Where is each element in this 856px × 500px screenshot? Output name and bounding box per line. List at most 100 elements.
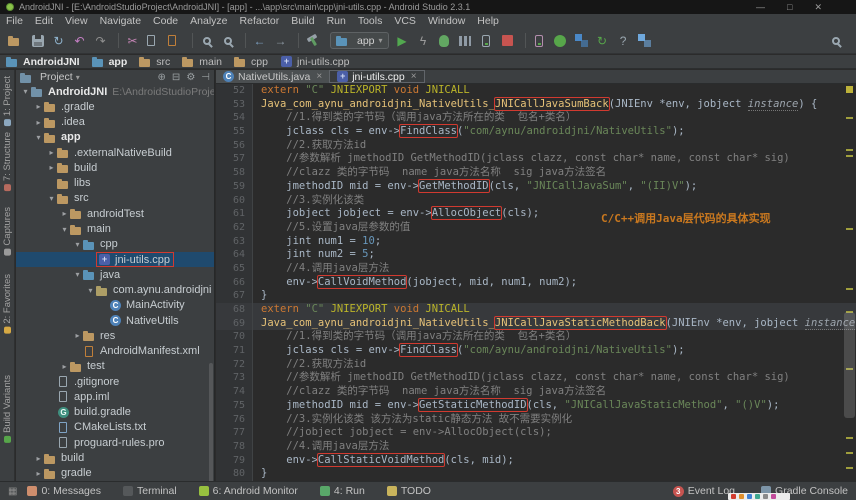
cut-icon[interactable]: ✂ (124, 32, 141, 49)
tree-item-gradle[interactable]: ▸gradle (16, 466, 214, 481)
find-usages-icon[interactable] (219, 32, 236, 49)
project-panel-title[interactable]: Project (40, 71, 73, 83)
tree-item-cpp[interactable]: ▾cpp (16, 237, 214, 252)
minimize-button[interactable]: — (756, 2, 765, 13)
tree-item-test[interactable]: ▸test (16, 359, 214, 374)
sdk-manager-icon[interactable] (573, 32, 590, 49)
menu-navigate[interactable]: Navigate (94, 14, 147, 28)
tree-item-androidtest[interactable]: ▸androidTest (16, 206, 214, 221)
tree-item-cmakelists-txt[interactable]: CMakeLists.txt (16, 420, 214, 435)
menu-view[interactable]: View (59, 14, 94, 28)
tool-strip-captures[interactable]: Captures (2, 207, 13, 256)
find-icon[interactable] (198, 32, 215, 49)
tab-nativeutils-java[interactable]: C NativeUtils.java × (216, 70, 329, 83)
tree-item-src[interactable]: ▾src (16, 191, 214, 206)
close-icon[interactable]: × (316, 71, 322, 82)
profiler-icon[interactable] (457, 32, 474, 49)
menu-refactor[interactable]: Refactor (234, 14, 286, 28)
tree-item-build[interactable]: ▸build (16, 450, 214, 465)
save-icon[interactable] (29, 32, 46, 49)
apply-changes-icon[interactable]: ϟ (415, 32, 432, 49)
tree-item-main[interactable]: ▾main (16, 221, 214, 236)
breadcrumb-item-src[interactable]: src (139, 55, 170, 68)
tool-window-switcher-icon[interactable]: ▦ (8, 486, 17, 497)
breadcrumb-item-jni-utils-cpp[interactable]: +jni-utils.cpp (280, 55, 350, 68)
paste-icon[interactable] (166, 32, 183, 49)
menu-help[interactable]: Help (471, 14, 505, 28)
messages-toolwindow[interactable]: 0: Messages (27, 485, 101, 497)
menu-file[interactable]: File (0, 14, 29, 28)
menu-run[interactable]: Run (321, 14, 352, 28)
run-toolwindow[interactable]: 4: Run (320, 485, 365, 497)
code-editor[interactable]: C/C++调用Java层代码的具体实现 52extern "C" JNIEXPO… (216, 84, 856, 481)
attach-debugger-icon[interactable] (478, 32, 495, 49)
android-monitor-toolwindow[interactable]: 6: Android Monitor (199, 485, 298, 497)
copy-icon[interactable] (145, 32, 162, 49)
breadcrumb-item-androidjni[interactable]: AndroidJNI (6, 55, 80, 68)
breadcrumb-item-app[interactable]: app (92, 55, 128, 68)
menu-build[interactable]: Build (285, 14, 320, 28)
tree-item-nativeutils[interactable]: CNativeUtils (16, 313, 214, 328)
tree-item--gradle[interactable]: ▸.gradle (16, 99, 214, 114)
tree-item-app-iml[interactable]: app.iml (16, 389, 214, 404)
collapse-all-icon[interactable]: ⊟ (172, 72, 180, 83)
undo-icon[interactable]: ↶ (71, 32, 88, 49)
tree-item-app[interactable]: ▾app (16, 130, 214, 145)
tree-item-androidjni[interactable]: ▾AndroidJNIE:\AndroidStudioProject\An (16, 84, 214, 99)
tree-item-libs[interactable]: libs (16, 176, 214, 191)
tree-item-mainactivity[interactable]: CMainActivity (16, 298, 214, 313)
tree-item-build[interactable]: ▸build (16, 160, 214, 175)
tree-item-res[interactable]: ▸res (16, 328, 214, 343)
menu-vcs[interactable]: VCS (388, 14, 422, 28)
close-button[interactable]: ✕ (814, 2, 822, 13)
event-log[interactable]: 3Event Log (673, 485, 735, 497)
run-icon[interactable]: ▶ (394, 32, 411, 49)
capture-icon[interactable] (531, 32, 548, 49)
tree-item-build-gradle[interactable]: Gbuild.gradle (16, 405, 214, 420)
project-tree-scrollbar[interactable] (209, 363, 213, 481)
terminal-toolwindow[interactable]: Terminal (123, 485, 177, 497)
tool-strip-7-structure[interactable]: 7: Structure (2, 132, 13, 191)
back-icon[interactable]: ← (251, 32, 268, 49)
menu-tools[interactable]: Tools (352, 14, 389, 28)
stop-icon[interactable] (499, 32, 516, 49)
tool-strip-2-favorites[interactable]: 2: Favorites (2, 274, 13, 334)
open-icon[interactable] (8, 32, 25, 49)
build-icon[interactable] (304, 32, 321, 49)
tree-item-java[interactable]: ▾java (16, 267, 214, 282)
avd-manager-icon[interactable] (552, 32, 569, 49)
chevron-down-icon[interactable]: ▾ (76, 73, 80, 82)
redo-icon[interactable]: ↷ (92, 32, 109, 49)
tab-jni-utils-cpp[interactable]: + jni-utils.cpp × (329, 70, 424, 83)
menu-code[interactable]: Code (147, 14, 184, 28)
menu-edit[interactable]: Edit (29, 14, 59, 28)
help-icon[interactable]: ? (615, 32, 632, 49)
breadcrumb-item-cpp[interactable]: cpp (234, 55, 268, 68)
todo-toolwindow[interactable]: TODO (387, 485, 431, 497)
settings-gear-icon[interactable]: ⚙ (186, 72, 195, 83)
debug-icon[interactable] (436, 32, 453, 49)
maximize-button[interactable]: □ (787, 2, 792, 13)
forward-icon[interactable]: → (272, 32, 289, 49)
breadcrumb-item-main[interactable]: main (182, 55, 222, 68)
tool-strip-1-project[interactable]: 1: Project (2, 76, 13, 126)
close-icon[interactable]: × (411, 71, 417, 82)
tree-item-com-aynu-androidjni[interactable]: ▾com.aynu.androidjni (16, 282, 214, 297)
sync-icon[interactable]: ↻ (50, 32, 67, 49)
search-everywhere-icon[interactable] (827, 32, 844, 49)
tree-item--gitignore[interactable]: .gitignore (16, 374, 214, 389)
tree-item--externalnativebuild[interactable]: ▸.externalNativeBuild (16, 145, 214, 160)
gradle-sync-icon[interactable]: ↻ (594, 32, 611, 49)
tree-item--idea[interactable]: ▸.idea (16, 115, 214, 130)
menu-window[interactable]: Window (422, 14, 471, 28)
tree-item-jni-utils-cpp[interactable]: +jni-utils.cpp (16, 252, 214, 267)
run-config-selector[interactable]: app▾ (330, 32, 389, 49)
tree-item-proguard-rules-pro[interactable]: proguard-rules.pro (16, 435, 214, 450)
editor-scrollbar-thumb[interactable] (844, 312, 855, 418)
project-structure-icon[interactable] (636, 32, 653, 49)
tree-item-androidmanifest-xml[interactable]: AndroidManifest.xml (16, 344, 214, 359)
hide-panel-icon[interactable]: ⊣ (201, 72, 210, 83)
tool-strip-build-variants[interactable]: Build Variants (2, 375, 13, 443)
scroll-from-source-icon[interactable]: ⊕ (158, 72, 166, 83)
menu-analyze[interactable]: Analyze (184, 14, 233, 28)
